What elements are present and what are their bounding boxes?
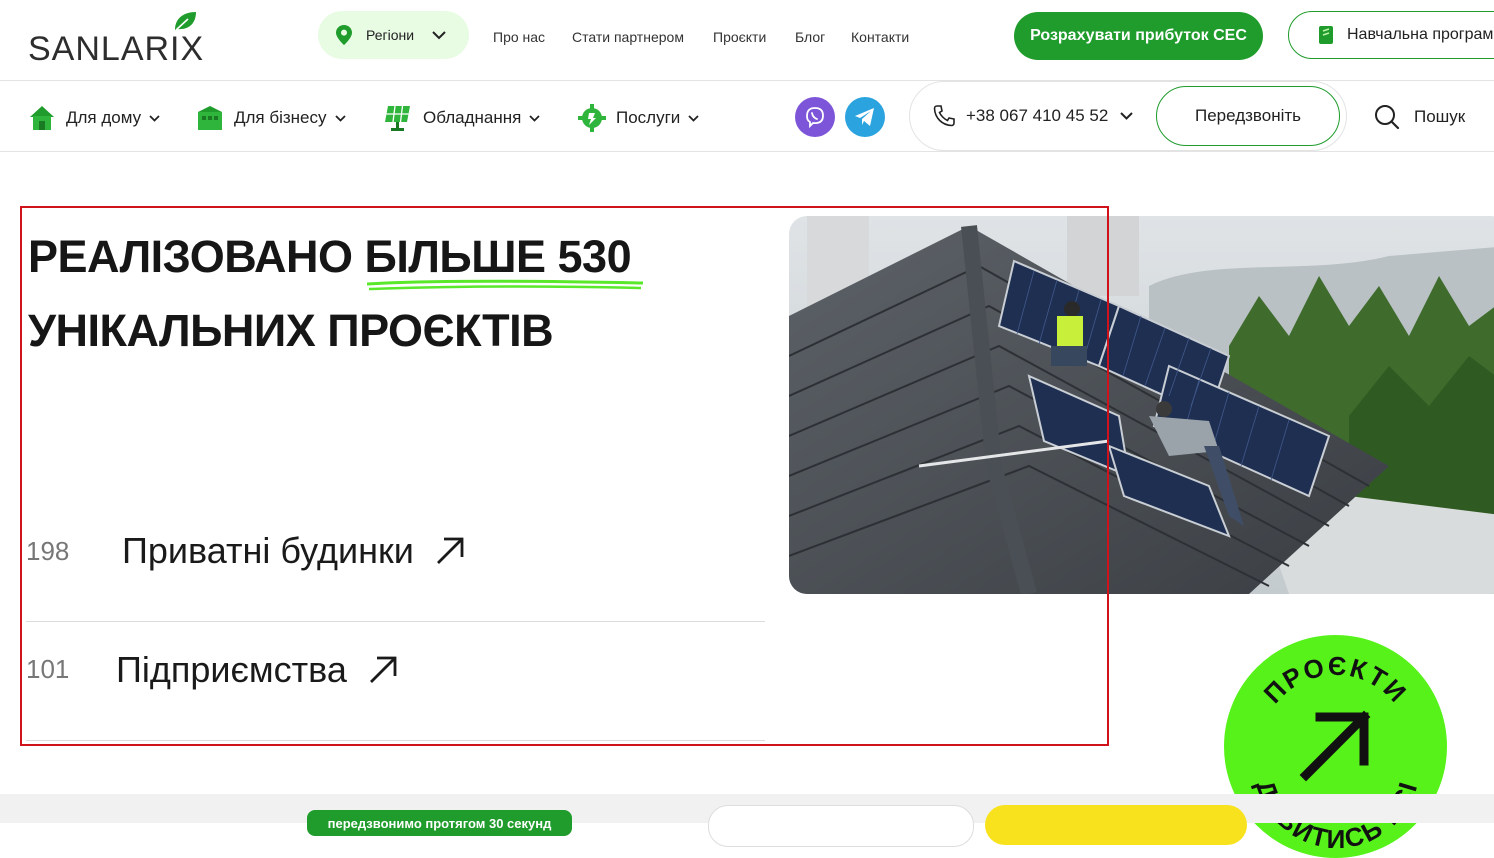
nav-blog[interactable]: Блог bbox=[795, 29, 825, 45]
call-me-button[interactable] bbox=[985, 805, 1247, 845]
viber-icon bbox=[806, 107, 824, 128]
badge-graphic: ПРОЄКТИ ДИВИТИСЬ ВСІ bbox=[1250, 651, 1422, 854]
chevron-down-icon bbox=[149, 114, 160, 122]
chevron-down-icon bbox=[432, 30, 446, 39]
location-pin-icon bbox=[336, 25, 352, 45]
telegram-button[interactable] bbox=[845, 97, 885, 137]
phone-icon bbox=[933, 105, 955, 127]
arrow-up-right-icon bbox=[1299, 710, 1371, 782]
menu-for-home-label: Для дому bbox=[66, 108, 142, 127]
training-program-button[interactable]: Навчальна програма bbox=[1288, 11, 1494, 59]
site-logo[interactable]: SANLARIX bbox=[28, 10, 228, 70]
solar-panel-icon bbox=[385, 105, 410, 131]
chevron-down-icon bbox=[1120, 112, 1133, 120]
search-icon bbox=[1375, 105, 1400, 130]
callback-note-pill: передзвонимо протягом 30 секунд bbox=[307, 810, 572, 836]
all-projects-badge[interactable]: ПРОЄКТИ ДИВИТИСЬ ВСІ bbox=[1224, 635, 1447, 858]
phone-dropdown[interactable]: +38 067 410 45 52 bbox=[932, 104, 1133, 128]
training-program-label: Навчальна програма bbox=[1347, 26, 1494, 43]
chevron-down-icon bbox=[529, 114, 540, 122]
menu-services-label: Послуги bbox=[616, 108, 681, 127]
service-gear-icon bbox=[578, 104, 606, 132]
nav-projects[interactable]: Проєкти bbox=[713, 29, 766, 45]
nav-about[interactable]: Про нас bbox=[493, 29, 545, 45]
logo-text: SANLARIX bbox=[28, 30, 205, 68]
house-icon bbox=[30, 106, 54, 130]
calculate-profit-button[interactable]: Розрахувати прибуток СЕС bbox=[1014, 12, 1263, 60]
regions-dropdown[interactable]: Регіони bbox=[318, 11, 469, 59]
leaf-icon bbox=[175, 12, 196, 31]
phone-input-field[interactable] bbox=[708, 805, 974, 847]
menu-equipment-label: Обладнання bbox=[423, 108, 522, 127]
callback-button[interactable]: Передзвоніть bbox=[1156, 86, 1340, 146]
telegram-icon bbox=[855, 108, 874, 126]
viber-button[interactable] bbox=[795, 97, 835, 137]
phone-number: +38 067 410 45 52 bbox=[966, 106, 1109, 125]
menu-for-business-label: Для бізнесу bbox=[234, 108, 327, 127]
nav-become-partner[interactable]: Стати партнером bbox=[572, 29, 684, 45]
search-label: Пошук bbox=[1414, 107, 1466, 126]
menu-equipment[interactable]: Обладнання bbox=[383, 104, 540, 132]
svg-text:ПРОЄКТИ: ПРОЄКТИ bbox=[1258, 651, 1414, 709]
chevron-down-icon bbox=[688, 114, 699, 122]
regions-label: Регіони bbox=[366, 27, 415, 43]
chevron-down-icon bbox=[334, 114, 346, 122]
business-building-icon bbox=[198, 106, 222, 130]
menu-for-business[interactable]: Для бізнесу bbox=[196, 104, 346, 132]
menu-services[interactable]: Послуги bbox=[578, 104, 699, 132]
selection-highlight-box bbox=[20, 206, 1109, 746]
book-icon bbox=[1319, 26, 1333, 44]
badge-text-top: ПРОЄКТИ bbox=[1258, 651, 1412, 709]
search-button[interactable]: Пошук bbox=[1374, 104, 1465, 130]
menu-for-home[interactable]: Для дому bbox=[28, 104, 160, 132]
nav-contacts[interactable]: Контакти bbox=[851, 29, 909, 45]
